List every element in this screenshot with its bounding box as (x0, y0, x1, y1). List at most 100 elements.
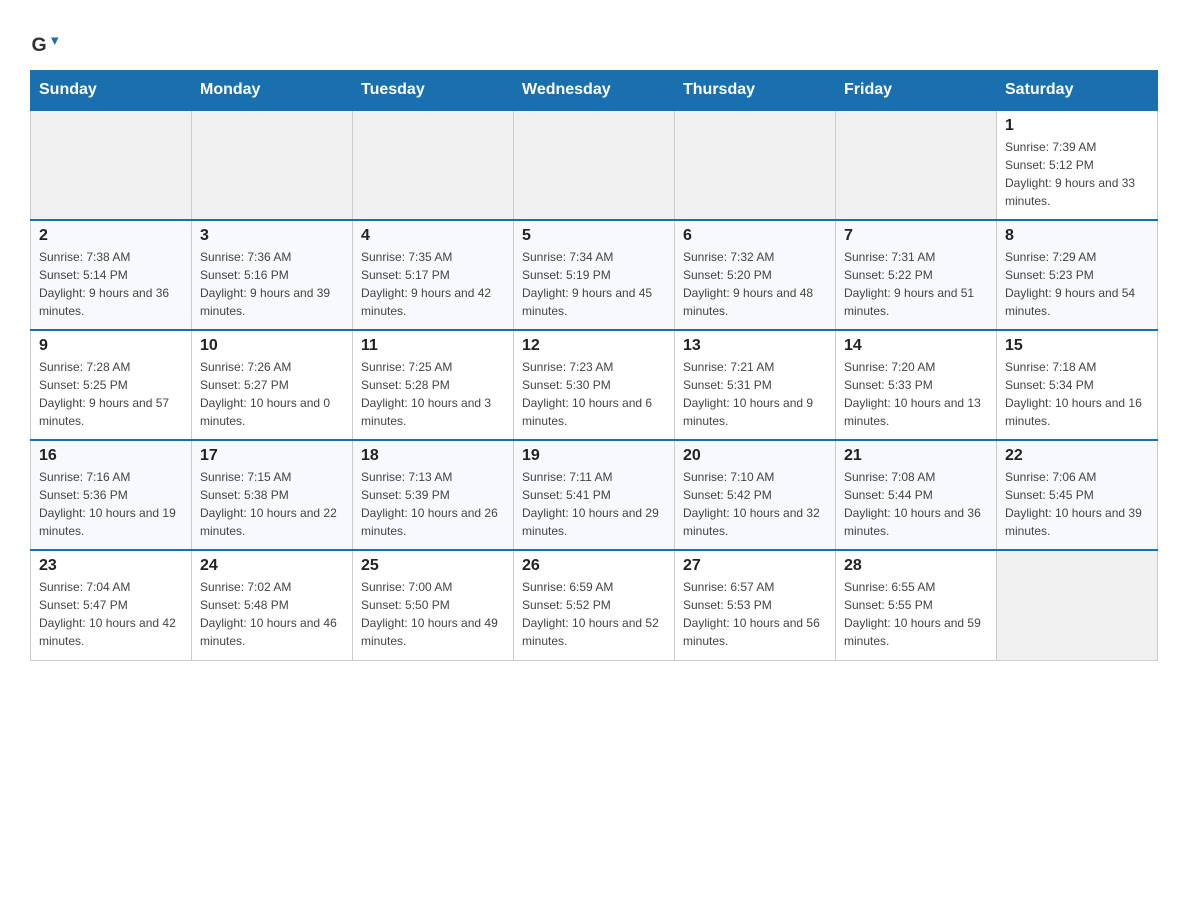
weekday-header-sunday: Sunday (31, 71, 192, 111)
calendar-cell: 26Sunrise: 6:59 AM Sunset: 5:52 PM Dayli… (514, 550, 675, 660)
weekday-header-monday: Monday (192, 71, 353, 111)
day-number: 10 (200, 337, 344, 355)
calendar-week-5: 23Sunrise: 7:04 AM Sunset: 5:47 PM Dayli… (31, 550, 1158, 660)
day-info: Sunrise: 7:18 AM Sunset: 5:34 PM Dayligh… (1005, 358, 1149, 430)
day-number: 1 (1005, 117, 1149, 135)
weekday-header-thursday: Thursday (675, 71, 836, 111)
calendar-week-1: 1 Sunrise: 7:39 AM Sunset: 5:12 PM Daylig… (31, 110, 1158, 220)
calendar-cell: 5 Sunrise: 7:34 AM Sunset: 5:19 PM Daylig… (514, 220, 675, 330)
day-info: Sunrise: 7:21 AM Sunset: 5:31 PM Dayligh… (683, 358, 827, 430)
calendar-header-row: SundayMondayTuesdayWednesdayThursdayFrid… (31, 71, 1158, 111)
calendar-week-2: 2 Sunrise: 7:38 AM Sunset: 5:14 PM Daylig… (31, 220, 1158, 330)
weekday-header-saturday: Saturday (997, 71, 1158, 111)
day-info: Sunrise: 6:59 AM Sunset: 5:52 PM Dayligh… (522, 578, 666, 650)
calendar-cell: 17 Sunrise: 7:15 AM Sunset: 5:38 PM Dayli… (192, 440, 353, 550)
day-info: Sunrise: 7:11 AM Sunset: 5:41 PM Dayligh… (522, 468, 666, 540)
svg-text:G: G (32, 34, 47, 56)
day-number: 22 (1005, 447, 1149, 465)
page-header: G (30, 20, 1158, 60)
day-info: Sunrise: 7:16 AM Sunset: 5:36 PM Dayligh… (39, 468, 183, 540)
day-number: 5 (522, 227, 666, 245)
day-info: Sunrise: 7:20 AM Sunset: 5:33 PM Dayligh… (844, 358, 988, 430)
weekday-header-wednesday: Wednesday (514, 71, 675, 111)
day-number: 12 (522, 337, 666, 355)
day-info: Sunrise: 7:06 AM Sunset: 5:45 PM Dayligh… (1005, 468, 1149, 540)
calendar-cell (997, 550, 1158, 660)
calendar-cell: 18 Sunrise: 7:13 AM Sunset: 5:39 PM Dayli… (353, 440, 514, 550)
day-info: Sunrise: 7:08 AM Sunset: 5:44 PM Dayligh… (844, 468, 988, 540)
calendar-cell: 10 Sunrise: 7:26 AM Sunset: 5:27 PM Dayli… (192, 330, 353, 440)
day-info: Sunrise: 7:39 AM Sunset: 5:12 PM Dayligh… (1005, 138, 1149, 210)
day-info: Sunrise: 7:25 AM Sunset: 5:28 PM Dayligh… (361, 358, 505, 430)
day-number: 3 (200, 227, 344, 245)
day-number: 19 (522, 447, 666, 465)
calendar-cell (192, 110, 353, 220)
weekday-header-friday: Friday (836, 71, 997, 111)
day-info: Sunrise: 7:32 AM Sunset: 5:20 PM Dayligh… (683, 248, 827, 320)
day-info: Sunrise: 7:10 AM Sunset: 5:42 PM Dayligh… (683, 468, 827, 540)
calendar-cell: 21 Sunrise: 7:08 AM Sunset: 5:44 PM Dayli… (836, 440, 997, 550)
day-number: 7 (844, 227, 988, 245)
calendar-cell: 7 Sunrise: 7:31 AM Sunset: 5:22 PM Daylig… (836, 220, 997, 330)
calendar-cell (836, 110, 997, 220)
day-number: 25 (361, 557, 505, 575)
calendar-cell: 6 Sunrise: 7:32 AM Sunset: 5:20 PM Daylig… (675, 220, 836, 330)
calendar-cell: 1 Sunrise: 7:39 AM Sunset: 5:12 PM Daylig… (997, 110, 1158, 220)
day-number: 24 (200, 557, 344, 575)
calendar-cell: 16Sunrise: 7:16 AM Sunset: 5:36 PM Dayli… (31, 440, 192, 550)
day-number: 11 (361, 337, 505, 355)
day-number: 2 (39, 227, 183, 245)
calendar-cell: 20 Sunrise: 7:10 AM Sunset: 5:42 PM Dayli… (675, 440, 836, 550)
day-info: Sunrise: 7:29 AM Sunset: 5:23 PM Dayligh… (1005, 248, 1149, 320)
day-number: 27 (683, 557, 827, 575)
calendar-week-3: 9Sunrise: 7:28 AM Sunset: 5:25 PM Daylig… (31, 330, 1158, 440)
day-number: 6 (683, 227, 827, 245)
day-number: 14 (844, 337, 988, 355)
calendar-cell: 23Sunrise: 7:04 AM Sunset: 5:47 PM Dayli… (31, 550, 192, 660)
day-info: Sunrise: 6:55 AM Sunset: 5:55 PM Dayligh… (844, 578, 988, 650)
day-number: 28 (844, 557, 988, 575)
calendar-cell: 22 Sunrise: 7:06 AM Sunset: 5:45 PM Dayli… (997, 440, 1158, 550)
day-info: Sunrise: 7:34 AM Sunset: 5:19 PM Dayligh… (522, 248, 666, 320)
calendar-cell: 15 Sunrise: 7:18 AM Sunset: 5:34 PM Dayli… (997, 330, 1158, 440)
calendar-cell: 25 Sunrise: 7:00 AM Sunset: 5:50 PM Dayli… (353, 550, 514, 660)
calendar-cell: 3Sunrise: 7:36 AM Sunset: 5:16 PM Daylig… (192, 220, 353, 330)
calendar-cell: 24Sunrise: 7:02 AM Sunset: 5:48 PM Dayli… (192, 550, 353, 660)
day-info: Sunrise: 7:23 AM Sunset: 5:30 PM Dayligh… (522, 358, 666, 430)
calendar-cell (31, 110, 192, 220)
day-number: 20 (683, 447, 827, 465)
calendar-cell (514, 110, 675, 220)
day-info: Sunrise: 7:38 AM Sunset: 5:14 PM Dayligh… (39, 248, 183, 320)
day-number: 18 (361, 447, 505, 465)
day-number: 17 (200, 447, 344, 465)
day-info: Sunrise: 6:57 AM Sunset: 5:53 PM Dayligh… (683, 578, 827, 650)
day-number: 8 (1005, 227, 1149, 245)
day-number: 21 (844, 447, 988, 465)
calendar-cell: 13 Sunrise: 7:21 AM Sunset: 5:31 PM Dayli… (675, 330, 836, 440)
logo-icon: G (30, 30, 60, 60)
weekday-header-tuesday: Tuesday (353, 71, 514, 111)
day-info: Sunrise: 7:35 AM Sunset: 5:17 PM Dayligh… (361, 248, 505, 320)
day-info: Sunrise: 7:13 AM Sunset: 5:39 PM Dayligh… (361, 468, 505, 540)
day-info: Sunrise: 7:31 AM Sunset: 5:22 PM Dayligh… (844, 248, 988, 320)
calendar-cell (353, 110, 514, 220)
calendar-cell (675, 110, 836, 220)
day-number: 13 (683, 337, 827, 355)
day-info: Sunrise: 7:26 AM Sunset: 5:27 PM Dayligh… (200, 358, 344, 430)
calendar-cell: 11 Sunrise: 7:25 AM Sunset: 5:28 PM Dayli… (353, 330, 514, 440)
calendar-cell: 28 Sunrise: 6:55 AM Sunset: 5:55 PM Dayli… (836, 550, 997, 660)
calendar-week-4: 16Sunrise: 7:16 AM Sunset: 5:36 PM Dayli… (31, 440, 1158, 550)
day-info: Sunrise: 7:15 AM Sunset: 5:38 PM Dayligh… (200, 468, 344, 540)
calendar-cell: 8 Sunrise: 7:29 AM Sunset: 5:23 PM Daylig… (997, 220, 1158, 330)
calendar-cell: 14 Sunrise: 7:20 AM Sunset: 5:33 PM Dayli… (836, 330, 997, 440)
day-number: 15 (1005, 337, 1149, 355)
calendar-cell: 4 Sunrise: 7:35 AM Sunset: 5:17 PM Daylig… (353, 220, 514, 330)
day-number: 9 (39, 337, 183, 355)
calendar-cell: 9Sunrise: 7:28 AM Sunset: 5:25 PM Daylig… (31, 330, 192, 440)
calendar-cell: 2 Sunrise: 7:38 AM Sunset: 5:14 PM Daylig… (31, 220, 192, 330)
calendar-cell: 27 Sunrise: 6:57 AM Sunset: 5:53 PM Dayli… (675, 550, 836, 660)
logo: G (30, 30, 64, 60)
day-number: 4 (361, 227, 505, 245)
day-info: Sunrise: 7:00 AM Sunset: 5:50 PM Dayligh… (361, 578, 505, 650)
calendar-table: SundayMondayTuesdayWednesdayThursdayFrid… (30, 70, 1158, 661)
